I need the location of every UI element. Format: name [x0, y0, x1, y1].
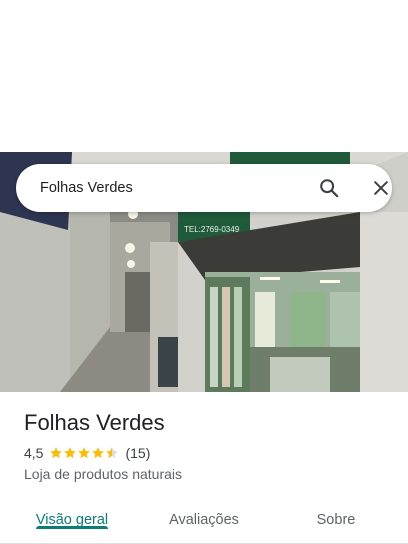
half-star-icon [106, 447, 119, 459]
search-icon[interactable] [318, 177, 340, 199]
close-icon[interactable] [371, 178, 391, 198]
star-icon [64, 447, 77, 459]
place-title: Folhas Verdes [24, 410, 165, 435]
place-category: Loja de produtos naturais [24, 466, 182, 482]
tab-about[interactable]: Sobre [296, 498, 376, 542]
tab-reviews[interactable]: Avaliações [154, 498, 254, 542]
star-rating [49, 446, 119, 460]
svg-text:TEL:2769-0349: TEL:2769-0349 [184, 225, 240, 234]
place-tabs: Visão geral Avaliações Sobre [0, 498, 408, 542]
tab-overview[interactable]: Visão geral [24, 498, 120, 542]
search-bar[interactable]: Folhas Verdes [16, 164, 392, 212]
active-tab-indicator [36, 526, 108, 529]
star-icon [92, 447, 105, 459]
place-info-panel: Folhas Verdes 4,5 (15) Loja de produtos … [0, 392, 408, 544]
map-blank-area [0, 0, 408, 152]
review-count[interactable]: (15) [125, 445, 150, 461]
rating-row[interactable]: 4,5 (15) [24, 445, 150, 461]
rating-value: 4,5 [24, 445, 44, 461]
star-icon [50, 447, 63, 459]
star-icon [78, 447, 91, 459]
